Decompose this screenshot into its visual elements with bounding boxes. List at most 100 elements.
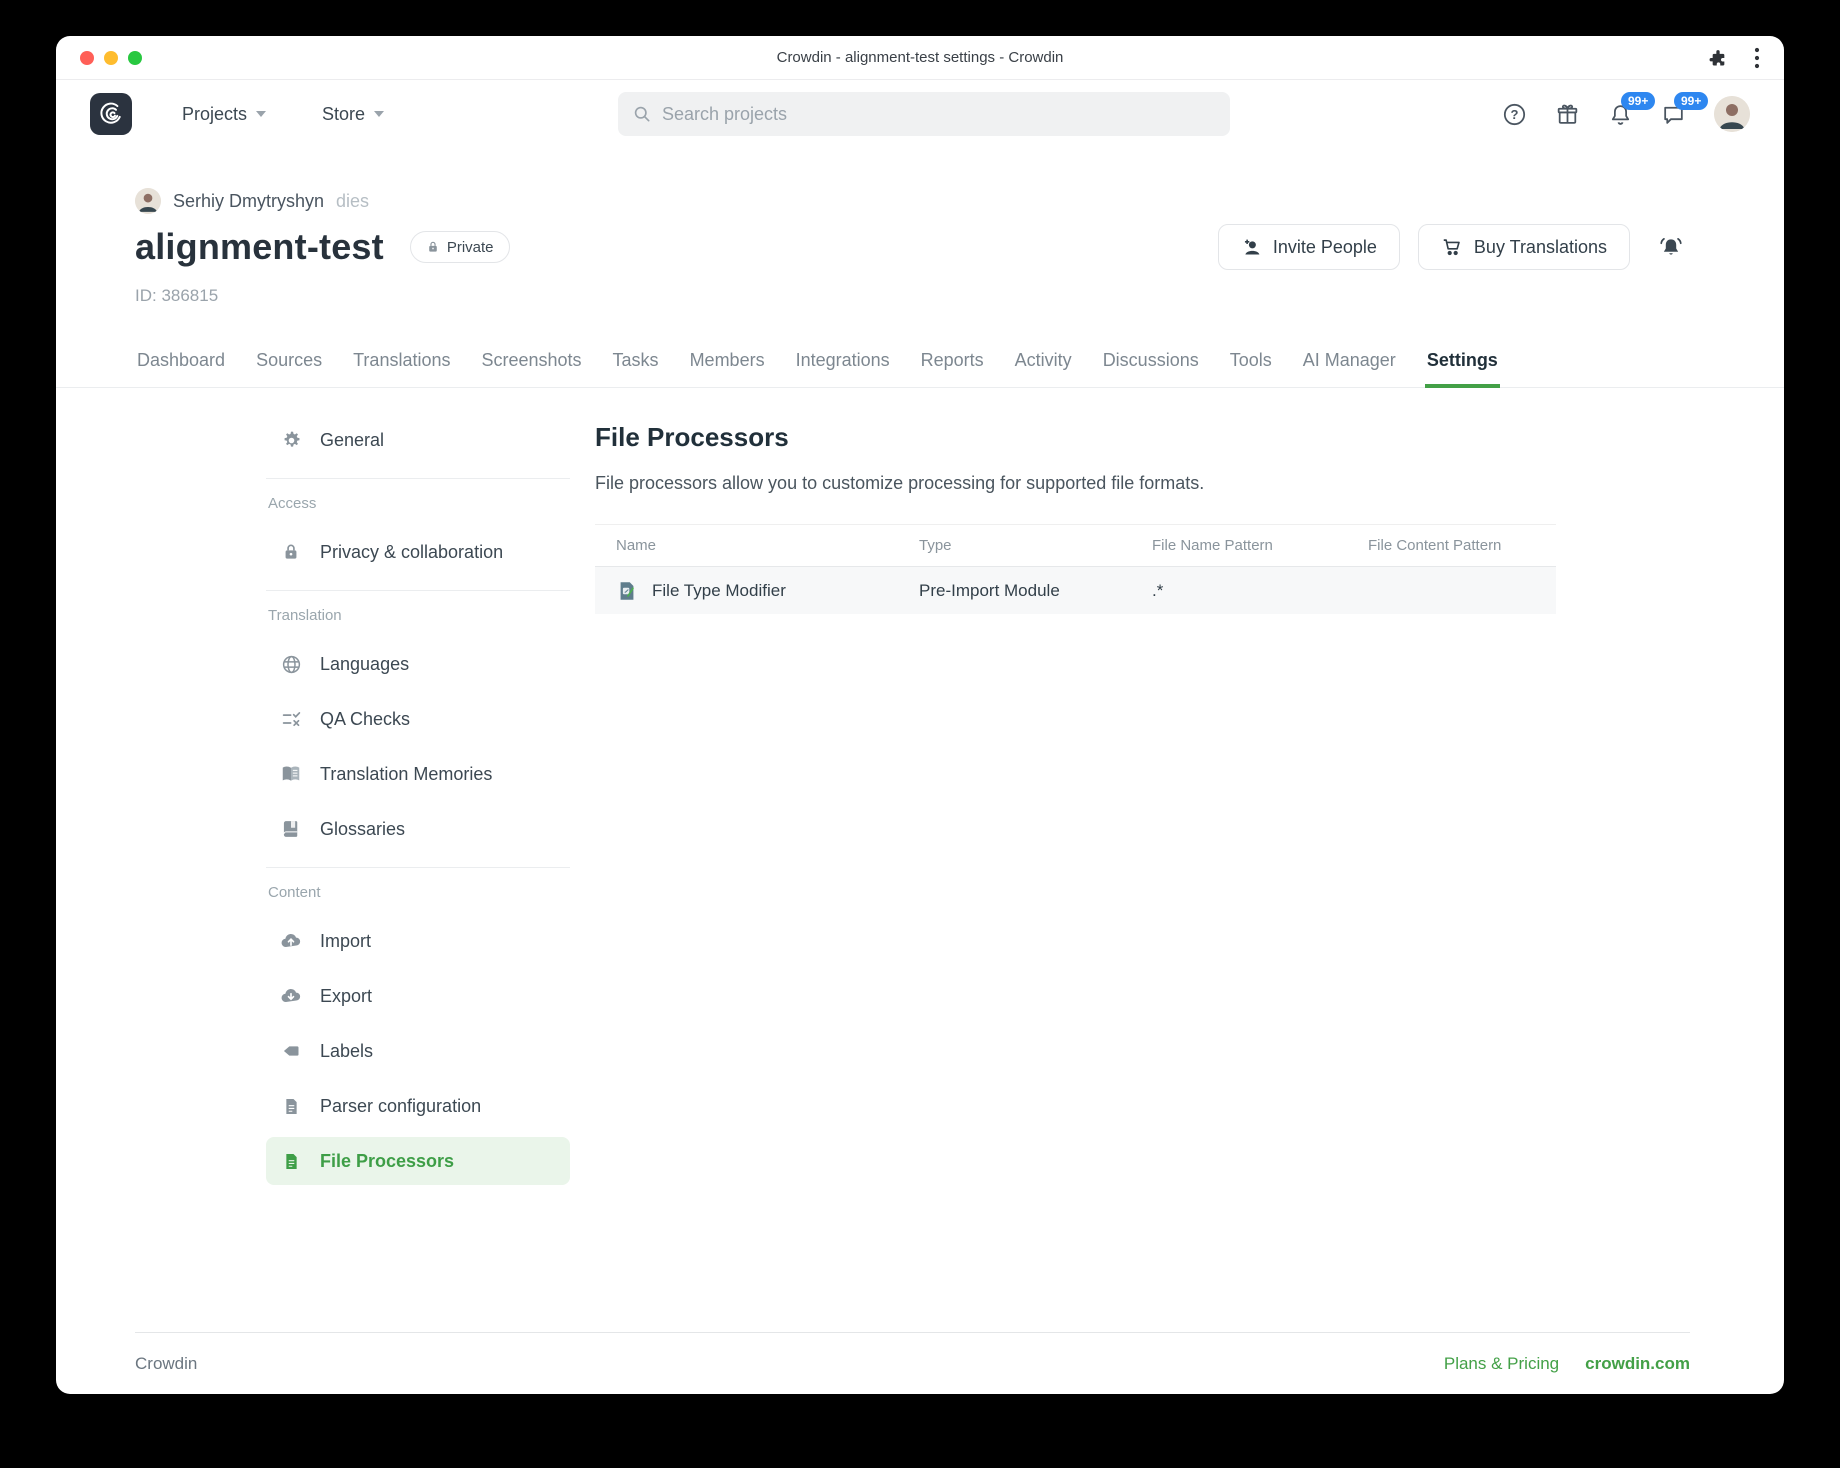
person-add-icon xyxy=(1241,237,1262,258)
footer-brand: Crowdin xyxy=(135,1354,197,1374)
visibility-badge: Private xyxy=(410,231,510,263)
sidebar-item-file-processors[interactable]: File Processors xyxy=(266,1137,570,1185)
sidebar-item-labels[interactable]: Labels xyxy=(266,1027,570,1075)
sidebar-item-label: File Processors xyxy=(320,1151,454,1172)
tab-activity[interactable]: Activity xyxy=(1013,340,1074,387)
column-header-type: Type xyxy=(898,537,1131,554)
sidebar-item-languages[interactable]: Languages xyxy=(266,640,570,688)
bell-ring-icon xyxy=(1658,234,1684,260)
tab-integrations[interactable]: Integrations xyxy=(794,340,892,387)
tab-translations[interactable]: Translations xyxy=(351,340,452,387)
section-label-content: Content xyxy=(268,884,570,901)
sidebar-item-label: QA Checks xyxy=(320,709,410,730)
tab-tasks[interactable]: Tasks xyxy=(611,340,661,387)
browser-window: Crowdin - alignment-test settings - Crow… xyxy=(56,36,1784,1394)
section-label-translation: Translation xyxy=(268,607,570,624)
main-menus: Projects Store xyxy=(182,104,384,125)
cart-icon xyxy=(1441,236,1463,258)
book-icon xyxy=(280,819,302,839)
menu-store-label: Store xyxy=(322,104,365,125)
menu-projects-label: Projects xyxy=(182,104,247,125)
cloud-download-icon xyxy=(280,985,302,1007)
crowdin-logo[interactable] xyxy=(90,93,132,135)
sidebar-item-label: General xyxy=(320,430,384,451)
owner-name[interactable]: Serhiy Dmytryshyn xyxy=(173,191,324,212)
sidebar-item-label: Parser configuration xyxy=(320,1096,481,1117)
search-box[interactable] xyxy=(618,92,1230,136)
extension-puzzle-icon[interactable] xyxy=(1708,48,1728,68)
divider xyxy=(266,590,570,591)
buy-translations-label: Buy Translations xyxy=(1474,237,1607,258)
tab-members[interactable]: Members xyxy=(688,340,767,387)
tab-tools[interactable]: Tools xyxy=(1228,340,1274,387)
open-book-icon xyxy=(280,763,302,785)
settings-sidebar: General Access Privacy & collaboration T… xyxy=(266,416,570,1332)
watch-project-button[interactable] xyxy=(1658,234,1684,260)
processor-name: File Type Modifier xyxy=(652,581,786,601)
tab-settings[interactable]: Settings xyxy=(1425,340,1500,387)
sidebar-item-label: Languages xyxy=(320,654,409,675)
tab-dashboard[interactable]: Dashboard xyxy=(135,340,227,387)
tag-icon xyxy=(280,1041,302,1061)
lock-icon xyxy=(426,240,440,254)
cloud-upload-icon xyxy=(280,930,302,952)
file-processors-table: Name Type File Name Pattern File Content… xyxy=(595,524,1556,614)
table-row[interactable]: File Type Modifier Pre-Import Module .* xyxy=(595,567,1556,614)
tab-reports[interactable]: Reports xyxy=(919,340,986,387)
search-icon xyxy=(632,104,652,124)
sidebar-item-parser-configuration[interactable]: Parser configuration xyxy=(266,1082,570,1130)
owner-avatar[interactable] xyxy=(135,188,161,214)
document-icon xyxy=(280,1152,302,1171)
sidebar-item-export[interactable]: Export xyxy=(266,972,570,1020)
sidebar-item-import[interactable]: Import xyxy=(266,917,570,965)
menu-projects[interactable]: Projects xyxy=(182,104,266,125)
sidebar-item-translation-memories[interactable]: Translation Memories xyxy=(266,750,570,798)
document-icon xyxy=(280,1097,302,1116)
plans-pricing-link[interactable]: Plans & Pricing xyxy=(1444,1354,1559,1374)
sidebar-item-glossaries[interactable]: Glossaries xyxy=(266,805,570,853)
sidebar-item-label: Labels xyxy=(320,1041,373,1062)
file-modifier-icon xyxy=(616,580,638,602)
sidebar-item-label: Translation Memories xyxy=(320,764,492,785)
messages-chat-icon[interactable]: 99+ xyxy=(1661,102,1686,127)
sidebar-item-privacy-collaboration[interactable]: Privacy & collaboration xyxy=(266,528,570,576)
section-label-access: Access xyxy=(268,495,570,512)
notifications-badge: 99+ xyxy=(1621,92,1655,110)
sidebar-item-label: Glossaries xyxy=(320,819,405,840)
app-navbar: Projects Store ? 99+ xyxy=(56,80,1784,148)
menu-store[interactable]: Store xyxy=(322,104,384,125)
tab-discussions[interactable]: Discussions xyxy=(1101,340,1201,387)
buy-translations-button[interactable]: Buy Translations xyxy=(1418,224,1630,270)
page-content: Serhiy Dmytryshyn dies alignment-test Pr… xyxy=(56,148,1784,1394)
qa-checks-icon xyxy=(280,709,302,730)
gear-icon xyxy=(280,430,302,451)
tab-ai-manager[interactable]: AI Manager xyxy=(1301,340,1398,387)
project-tabs: Dashboard Sources Translations Screensho… xyxy=(56,340,1784,388)
panel-description: File processors allow you to customize p… xyxy=(595,473,1556,494)
sidebar-item-qa-checks[interactable]: QA Checks xyxy=(266,695,570,743)
gift-icon[interactable] xyxy=(1555,102,1580,127)
tab-sources[interactable]: Sources xyxy=(254,340,324,387)
search-input[interactable] xyxy=(662,104,1216,125)
divider xyxy=(266,867,570,868)
table-header-row: Name Type File Name Pattern File Content… xyxy=(595,525,1556,567)
tab-screenshots[interactable]: Screenshots xyxy=(479,340,583,387)
column-header-file-name-pattern: File Name Pattern xyxy=(1131,537,1347,554)
notifications-bell-icon[interactable]: 99+ xyxy=(1608,102,1633,127)
help-icon[interactable]: ? xyxy=(1502,102,1527,127)
sidebar-item-general[interactable]: General xyxy=(266,416,570,464)
column-header-file-content-pattern: File Content Pattern xyxy=(1347,537,1556,554)
file-processors-panel: File Processors File processors allow yo… xyxy=(595,416,1556,1332)
crowdin-com-link[interactable]: crowdin.com xyxy=(1585,1354,1690,1374)
invite-people-button[interactable]: Invite People xyxy=(1218,224,1400,270)
sidebar-item-label: Export xyxy=(320,986,372,1007)
chevron-down-icon xyxy=(374,111,384,117)
user-avatar[interactable] xyxy=(1714,96,1750,132)
invite-people-label: Invite People xyxy=(1273,237,1377,258)
visibility-label: Private xyxy=(447,239,494,256)
browser-menu-icon[interactable] xyxy=(1754,47,1760,69)
messages-badge: 99+ xyxy=(1674,92,1708,110)
processor-type: Pre-Import Module xyxy=(898,581,1131,601)
project-header: Serhiy Dmytryshyn dies alignment-test Pr… xyxy=(56,148,1784,306)
sidebar-item-label: Privacy & collaboration xyxy=(320,542,503,563)
